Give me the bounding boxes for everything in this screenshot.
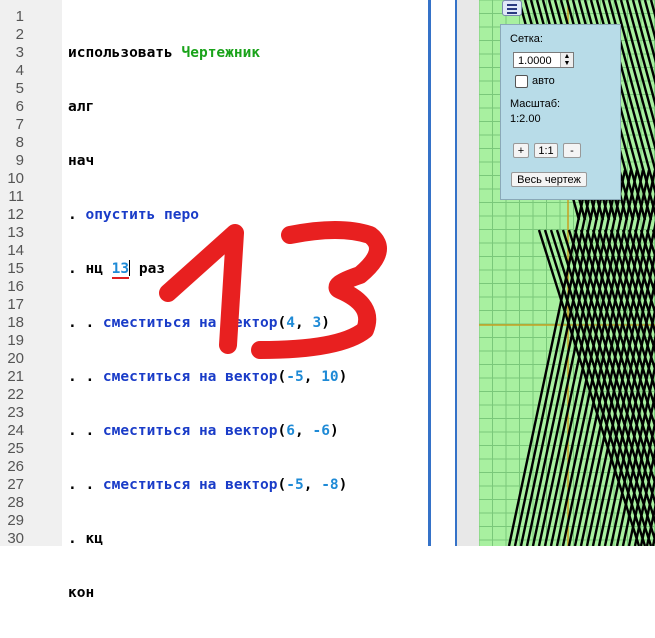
line-number: 1 [15, 8, 24, 25]
drawn-segment [567, 169, 651, 546]
line-number-gutter: 1 2 3 4 5 6 7 8 9 10 11 12 13 14 15 16 17 18 19 20 21 22 23 24 2… [0, 0, 40, 547]
drawn-segment [555, 169, 639, 546]
drawn-segment [561, 169, 645, 546]
code-editor[interactable]: 1 2 3 4 5 6 7 8 9 10 11 12 13 14 15 16 17 18 19 20 21 22 23 24 2… [0, 0, 431, 601]
editor-scrollbar[interactable] [431, 0, 455, 546]
code-line-7: . . сместиться на вектор(-5, 10) [68, 369, 348, 385]
loop-count[interactable]: 13 [112, 261, 129, 277]
scale-value: 1:2.00 [510, 113, 541, 125]
code-line-11: кон [68, 585, 95, 601]
drawn-segment [507, 169, 591, 546]
zoom-out-button[interactable]: - [563, 143, 581, 158]
code-line-9: . . сместиться на вектор(-5, -8) [68, 477, 348, 493]
drawn-segment [549, 169, 633, 546]
line-number: 16 [7, 278, 24, 295]
scale-label: Масштаб: [510, 98, 561, 110]
code-line-10: . кц [68, 531, 103, 547]
line-number: 28 [7, 494, 24, 511]
line-number: 29 [7, 512, 24, 529]
line-number: 9 [15, 152, 24, 169]
line-number: 23 [7, 404, 24, 421]
zoom-in-button[interactable]: + [513, 143, 529, 158]
line-number: 5 [15, 80, 24, 97]
line-number: 18 [7, 314, 24, 331]
editor-frame-edge [428, 0, 431, 546]
line-number: 27 [7, 476, 24, 493]
handwritten-annotation: 13 [159, 221, 387, 359]
line-number: 30 [7, 530, 24, 547]
zoom-reset-button[interactable]: 1:1 [534, 143, 558, 158]
splitter[interactable] [457, 0, 479, 546]
code-line-2: алг [68, 99, 95, 115]
line-number: 7 [15, 116, 24, 133]
line-number: 13 [7, 224, 24, 241]
line-number: 26 [7, 458, 24, 475]
line-number: 21 [7, 368, 24, 385]
code-line-3: нач [68, 153, 95, 169]
line-number: 24 [7, 422, 24, 439]
grid-step-input[interactable]: 1.0000 ▲ ▼ [513, 52, 574, 68]
line-number: 12 [7, 206, 24, 223]
line-number: 2 [15, 26, 24, 43]
line-number: 25 [7, 440, 24, 457]
code-line-8: . . сместиться на вектор(6, -6) [68, 423, 339, 439]
line-number: 11 [8, 188, 24, 205]
line-number: 10 [7, 170, 24, 187]
line-number: 20 [7, 350, 24, 367]
auto-checkbox[interactable] [515, 75, 528, 88]
line-number: 3 [15, 44, 24, 61]
menu-icon[interactable] [502, 0, 522, 16]
line-number: 17 [7, 296, 24, 313]
fold-margin [40, 0, 62, 546]
spin-arrows-icon[interactable]: ▲ ▼ [560, 53, 573, 67]
line-number: 14 [7, 242, 24, 259]
line-number: 4 [15, 62, 24, 79]
grid-label: Сетка: [510, 33, 543, 45]
drawn-segment [513, 169, 597, 546]
code-line-1: использовать Чертежник [68, 45, 261, 61]
drawn-segment [537, 169, 621, 546]
line-number: 15 [7, 260, 24, 277]
drawn-segment [525, 169, 609, 546]
line-number: 8 [15, 134, 24, 151]
grid-settings-panel: Сетка: 1.0000 ▲ ▼ авто Масштаб: 1:2.00 + … [500, 24, 621, 200]
drawn-segment [543, 169, 627, 546]
fit-all-button[interactable]: Весь чертеж [511, 172, 587, 187]
line-number: 19 [7, 332, 24, 349]
line-number: 6 [15, 98, 24, 115]
line-number: 22 [7, 386, 24, 403]
grid-step-value: 1.0000 [518, 55, 552, 67]
auto-label: авто [532, 75, 555, 87]
